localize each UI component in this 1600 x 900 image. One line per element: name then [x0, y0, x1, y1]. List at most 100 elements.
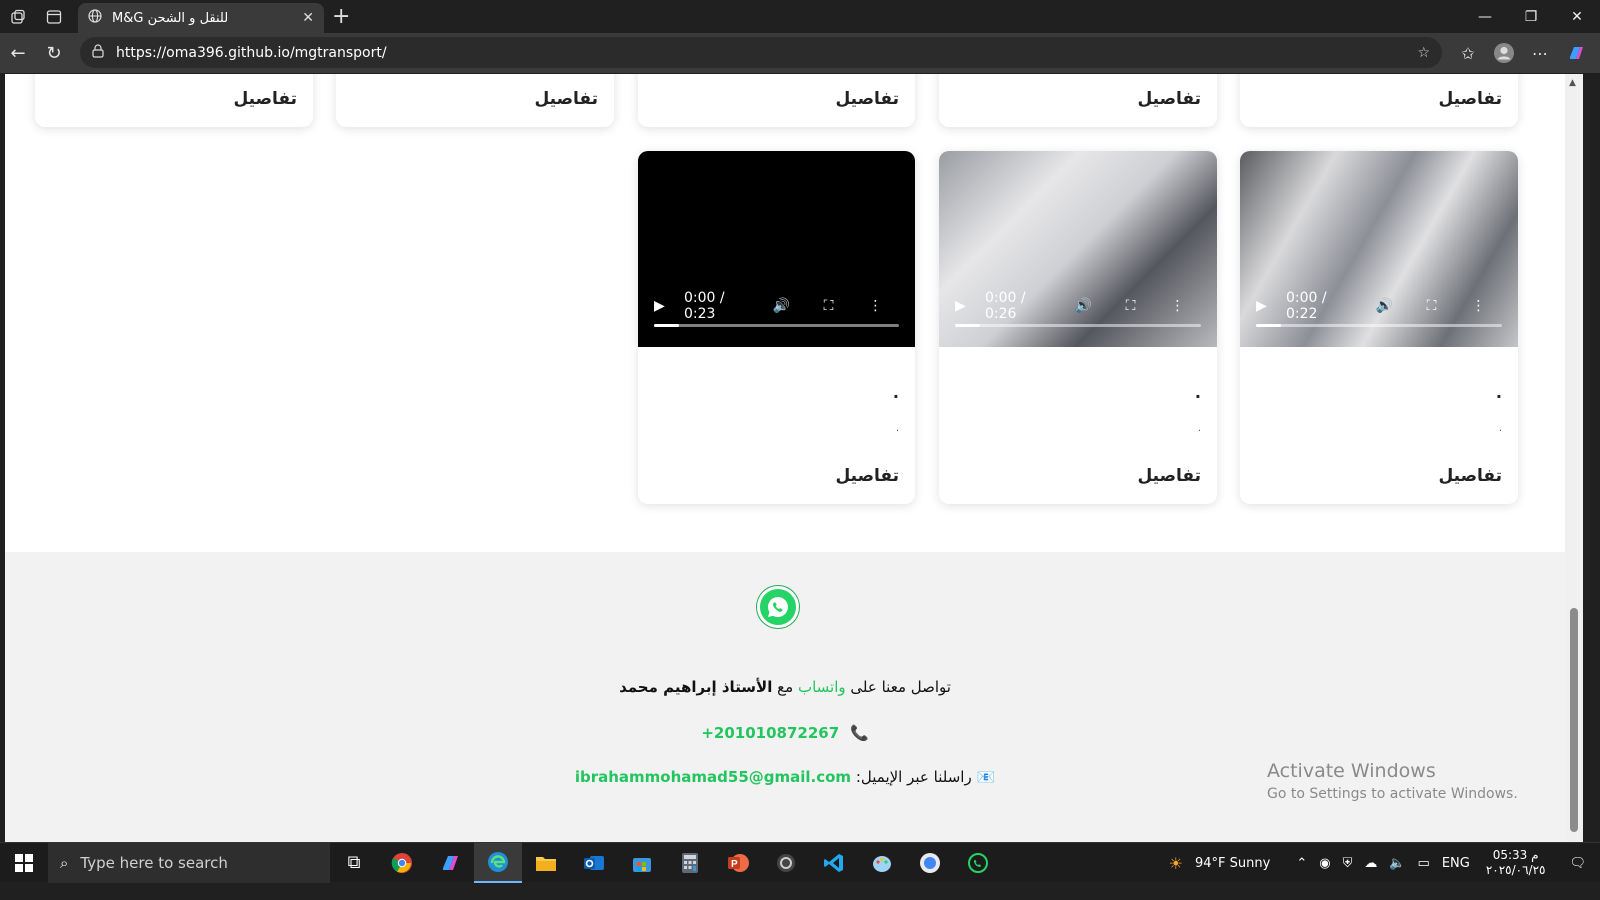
email-link[interactable]: ibrahammohamad55@gmail.com	[575, 768, 851, 786]
whatsapp-icon[interactable]	[757, 586, 799, 628]
play-icon[interactable]: ▶	[1256, 298, 1278, 314]
whatsapp-taskbar-icon[interactable]	[954, 843, 1002, 883]
tab-title: للنقل و الشحن M&G	[112, 10, 229, 26]
edge-icon[interactable]	[474, 842, 522, 883]
favorite-star-icon[interactable]: ☆	[1417, 45, 1430, 61]
watermark-title: Activate Windows	[1267, 760, 1436, 782]
details-link[interactable]: تفاصيل	[1438, 466, 1502, 486]
page-scrollbar[interactable]: ▲ ▼	[1565, 74, 1583, 856]
profile-avatar[interactable]	[1486, 35, 1522, 71]
volume-icon[interactable]: 🔊	[758, 298, 805, 314]
video-menu-icon[interactable]: ⋮	[1154, 298, 1201, 314]
window-close-icon[interactable]: ✕	[1554, 0, 1600, 33]
address-bar[interactable]: https://oma396.github.io/mgtransport/ ☆	[80, 37, 1442, 68]
meet-icon[interactable]: ◉	[1313, 856, 1336, 871]
tab-active[interactable]: للنقل و الشحن M&G ✕	[78, 3, 324, 33]
scroll-up-icon[interactable]: ▲	[1569, 78, 1576, 88]
language-indicator[interactable]: ENG	[1436, 856, 1476, 871]
new-tab-icon[interactable]: +	[332, 4, 350, 29]
vscode-icon[interactable]	[810, 843, 858, 883]
fullscreen-icon[interactable]: ⛶	[1107, 298, 1154, 314]
chrome-profile-icon[interactable]	[906, 843, 954, 883]
card-title: .	[1495, 383, 1502, 402]
details-link[interactable]: تفاصيل	[1137, 89, 1201, 109]
notifications-icon[interactable]: 🗨	[1555, 856, 1600, 871]
store-icon[interactable]	[618, 843, 666, 883]
file-explorer-icon[interactable]	[522, 843, 570, 883]
network-icon[interactable]: ☁	[1358, 856, 1383, 871]
chrome-icon[interactable]	[378, 843, 426, 883]
video-card: ▶ 0:00 / 0:26 🔊 ⛶ ⋮ . . تفاصيل	[939, 151, 1217, 504]
details-link[interactable]: تفاصيل	[233, 89, 297, 109]
video-time: 0:00 / 0:26	[985, 290, 1026, 322]
play-icon[interactable]: ▶	[654, 298, 676, 314]
email-icon: 📧	[976, 768, 996, 786]
watermark-subtitle: Go to Settings to activate Windows.	[1267, 786, 1518, 802]
fullscreen-icon[interactable]: ⛶	[1408, 298, 1455, 314]
card-title: .	[1194, 383, 1201, 402]
video-progress[interactable]	[955, 324, 1201, 327]
details-link[interactable]: تفاصيل	[835, 466, 899, 486]
with-word: مع	[777, 678, 794, 696]
taskbar-search[interactable]: ⌕ Type here to search	[48, 842, 330, 883]
restore-icon[interactable]: ❐	[1508, 0, 1554, 33]
app-icon-dark[interactable]	[762, 843, 810, 883]
play-icon[interactable]: ▶	[955, 298, 977, 314]
security-icon[interactable]: ⛨	[1337, 856, 1359, 871]
fullscreen-icon[interactable]: ⛶	[805, 298, 852, 314]
clock-time: 05:33 م	[1492, 848, 1539, 862]
service-card: تفاصيل	[638, 74, 915, 127]
clock-date: ٢٠٢٥/٠٦/٢٥	[1485, 863, 1546, 877]
weather-icon[interactable]: ☀	[1163, 854, 1189, 873]
video-time: 0:00 / 0:23	[684, 290, 725, 322]
contact-person: الأستاذ إبراهيم محمد	[619, 678, 773, 696]
paint-icon[interactable]	[858, 843, 906, 883]
card-description: .	[1197, 423, 1201, 434]
tray-overflow-icon[interactable]: ⌃	[1290, 856, 1313, 871]
details-link[interactable]: تفاصيل	[1137, 466, 1201, 486]
powerpoint-icon[interactable]: P	[714, 843, 762, 883]
workspaces-icon[interactable]	[0, 0, 36, 33]
contact-prefix: تواصل معنا على	[850, 678, 951, 696]
whatsapp-link[interactable]: واتساب	[798, 678, 846, 696]
system-tray: ☀ 94°F Sunny ⌃ ◉ ⛨ ☁ 🔈 ▭ ENG 05:33 م ٢٠٢…	[1163, 843, 1600, 883]
outlook-icon[interactable]	[570, 843, 618, 883]
lock-icon	[92, 43, 104, 62]
refresh-icon[interactable]: ↻	[36, 35, 72, 71]
video-player[interactable]: ▶ 0:00 / 0:23 🔊 ⛶ ⋮	[638, 151, 915, 347]
video-menu-icon[interactable]: ⋮	[1455, 298, 1502, 314]
details-link[interactable]: تفاصيل	[1438, 89, 1502, 109]
more-menu-icon[interactable]: ⋯	[1522, 35, 1558, 71]
favorites-icon[interactable]: ✩	[1450, 35, 1486, 71]
phone-link[interactable]: +201010872267	[701, 724, 839, 742]
video-time: 0:00 / 0:22	[1286, 290, 1327, 322]
globe-icon	[88, 9, 102, 27]
video-progress[interactable]	[654, 324, 899, 327]
video-player[interactable]: ▶ 0:00 / 0:26 🔊 ⛶ ⋮	[939, 151, 1217, 347]
windows-start-icon[interactable]	[0, 843, 48, 883]
tab-close-icon[interactable]: ✕	[302, 10, 314, 26]
back-icon[interactable]: ←	[0, 35, 36, 71]
minimize-icon[interactable]: —	[1462, 0, 1508, 33]
calculator-icon[interactable]	[666, 843, 714, 883]
video-progress[interactable]	[1256, 324, 1502, 327]
phone-icon: 📞	[849, 724, 869, 742]
weather-text[interactable]: 94°F Sunny	[1189, 856, 1276, 871]
browser-titlebar: للنقل و الشحن M&G ✕ + — ❐ ✕	[0, 0, 1600, 33]
display-icon[interactable]: ▭	[1412, 856, 1436, 871]
details-link[interactable]: تفاصيل	[534, 89, 598, 109]
volume-icon[interactable]: 🔊	[1361, 298, 1408, 314]
video-player[interactable]: ▶ 0:00 / 0:22 🔊 ⛶ ⋮	[1240, 151, 1518, 347]
volume-icon[interactable]: 🔊	[1060, 298, 1107, 314]
volume-tray-icon[interactable]: 🔈	[1383, 856, 1411, 871]
activate-windows-watermark: Activate Windows Go to Settings to activ…	[1267, 760, 1518, 802]
task-view-icon[interactable]: ⧉	[330, 843, 378, 883]
clock[interactable]: 05:33 م ٢٠٢٥/٠٦/٢٥	[1476, 848, 1556, 878]
tab-actions-icon[interactable]	[36, 0, 72, 33]
scrollbar-thumb[interactable]	[1570, 608, 1578, 832]
card-description: .	[1498, 423, 1502, 434]
copilot-icon[interactable]	[1558, 35, 1594, 71]
details-link[interactable]: تفاصيل	[835, 89, 899, 109]
copilot-app-icon[interactable]	[426, 843, 474, 883]
video-menu-icon[interactable]: ⋮	[852, 298, 899, 314]
